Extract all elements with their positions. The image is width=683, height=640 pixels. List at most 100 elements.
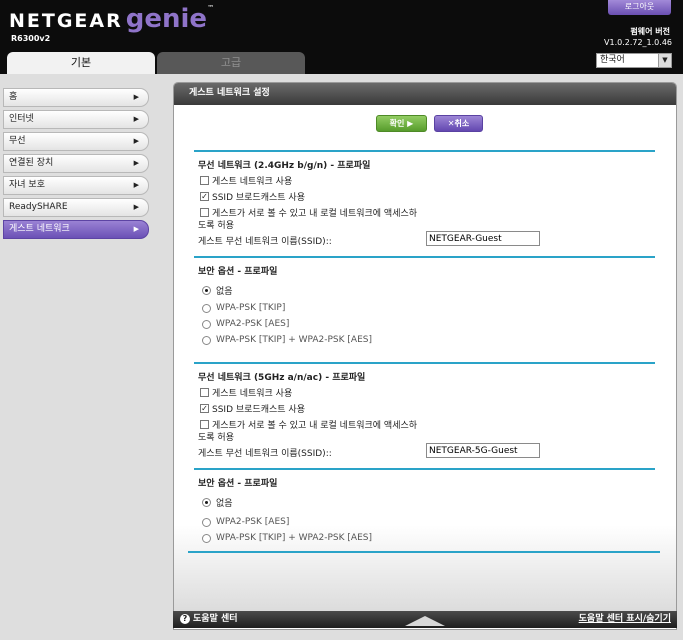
sidebar-nav: 홈 ▶ 인터넷 ▶ 무선 ▶ 연결된 장치 ▶ 자녀 보호 ▶ ReadySHARE ▶ 게… [3,88,149,242]
security-5-title: 보안 옵션 - 프로파일 [198,479,278,489]
security-24-option-label: WPA-PSK [TKIP] + WPA2-PSK [AES] [216,335,372,345]
security-5-none-radio[interactable] [202,498,211,507]
sidebar-item-readyshare[interactable]: ReadySHARE ▶ [3,198,149,217]
enable-guest-5-checkbox[interactable] [200,388,209,397]
allow-access-5-checkbox[interactable] [200,420,209,429]
ssid-broadcast-24-row: ✓ SSID 브로드캐스트 사용 [200,190,305,203]
enable-guest-24-label: 게스트 네트워크 사용 [212,177,293,187]
security-24-option-label: WPA-PSK [TKIP] [216,303,286,313]
ssid-broadcast-5-label: SSID 브로드캐스트 사용 [212,405,305,415]
help-footer: ? 도움말 센터 도움말 센터 표시/숨기기 [173,611,677,628]
security-24-option-label: WPA2-PSK [AES] [216,319,290,329]
brand-name: NETGEAR [9,10,123,32]
section-divider [188,551,660,553]
allow-access-24-checkbox[interactable] [200,208,209,217]
security-24-wpa2-radio[interactable] [202,319,211,329]
allow-access-5-label: 게스트가 서로 볼 수 있고 내 로컬 네트워크에 액세스하 [212,421,418,431]
section-divider [194,256,655,258]
security-5-option-wpa-mixed: WPA-PSK [TKIP] + WPA2-PSK [AES] [202,533,372,543]
band-5ghz-title: 무선 네트워크 (5GHz a/n/ac) - 프로파일 [198,373,366,383]
security-5-option-wpa2: WPA2-PSK [AES] [202,517,289,527]
sidebar-item-wireless[interactable]: 무선 ▶ [3,132,149,151]
security-5-wpa2-radio[interactable] [202,517,211,527]
ssid-24-input[interactable] [426,231,540,246]
allow-access-24-label-cont: 도록 허용 [198,221,234,231]
sidebar-item-attached-devices[interactable]: 연결된 장치 ▶ [3,154,149,173]
security-5-option-label: WPA2-PSK [AES] [216,517,290,527]
product-name: genie [125,4,208,34]
help-center-label[interactable]: 도움말 센터 [193,611,238,627]
enable-guest-5-row: 게스트 네트워크 사용 [200,386,292,399]
sidebar-item-internet[interactable]: 인터넷 ▶ [3,110,149,129]
band-24ghz-title: 무선 네트워크 (2.4GHz b/g/n) - 프로파일 [198,161,371,171]
sidebar-item-guest-network[interactable]: 게스트 네트워크 ▶ [3,220,149,239]
firmware-label: 펌웨어 버전 [630,27,670,36]
chevron-right-icon: ▶ [133,137,139,145]
apply-button[interactable]: 확인 ▶ [376,115,427,132]
chevron-right-icon: ▶ [133,115,139,123]
section-divider [194,468,655,470]
panel-title: 게스트 네트워크 설정 [174,83,676,105]
ssid-broadcast-5-checkbox[interactable]: ✓ [200,404,209,413]
firmware-version: V1.0.2.72_1.0.46 [604,38,672,47]
security-24-title: 보안 옵션 - 프로파일 [198,267,278,277]
security-24-none-radio[interactable] [202,286,211,295]
ssid-5-label: 게스트 무선 네트워크 이름(SSID):: [198,449,332,459]
security-24-option-wpa: WPA-PSK [TKIP] [202,303,285,313]
ssid-broadcast-5-row: ✓ SSID 브로드캐스트 사용 [200,402,305,415]
allow-access-24-label-cont-row: 도록 허용 [198,218,234,231]
logout-button[interactable]: 로그아웃 [608,0,671,15]
security-24-option-label: 없음 [216,287,233,297]
header-bar: NETGEAR genie™ R6300v2 로그아웃 펌웨어 버전 V1.0.2… [0,0,683,74]
enable-guest-24-row: 게스트 네트워크 사용 [200,174,292,187]
section-divider [194,362,655,364]
sidebar-item-label: 연결된 장치 [9,158,54,168]
help-expand-tab-icon[interactable] [405,616,445,626]
security-24-wpa-mixed-radio[interactable] [202,335,211,345]
chevron-right-icon: ▶ [133,159,139,167]
language-select[interactable]: 한국어 ▼ [596,53,672,68]
sidebar-item-label: 자녀 보호 [9,180,45,190]
netgear-genie-logo: NETGEAR genie™ [9,4,214,34]
security-24-option-wpa-mixed: WPA-PSK [TKIP] + WPA2-PSK [AES] [202,335,372,345]
allow-access-5-label-cont-row: 도록 허용 [198,430,234,443]
ssid-broadcast-24-checkbox[interactable]: ✓ [200,192,209,201]
sidebar-item-home[interactable]: 홈 ▶ [3,88,149,107]
security-24-wpa-radio[interactable] [202,303,211,313]
sidebar-item-parental-controls[interactable]: 자녀 보호 ▶ [3,176,149,195]
enable-guest-5-label: 게스트 네트워크 사용 [212,389,293,399]
allow-access-24-label: 게스트가 서로 볼 수 있고 내 로컬 네트워크에 액세스하 [212,209,418,219]
chevron-right-icon: ▶ [133,203,139,211]
language-selected-value: 한국어 [600,55,625,65]
panel-body: 확인 ▶ ✕취소 무선 네트워크 (2.4GHz b/g/n) - 프로파일 게… [174,105,676,611]
security-5-option-label: 없음 [216,499,233,509]
sidebar-item-label: 홈 [9,92,18,102]
security-24-option-none: 없음 [202,284,233,297]
cancel-button[interactable]: ✕취소 [434,115,483,132]
section-divider [194,150,655,152]
sidebar-item-label: 게스트 네트워크 [9,224,70,234]
security-24-option-wpa2: WPA2-PSK [AES] [202,319,289,329]
tab-basic[interactable]: 기본 [7,52,155,74]
chevron-right-icon: ▶ [133,93,139,101]
model-name: R6300v2 [11,34,51,43]
guest-network-panel: 게스트 네트워크 설정 확인 ▶ ✕취소 무선 네트워크 (2.4GHz b/g… [173,82,677,630]
security-5-wpa-mixed-radio[interactable] [202,533,211,543]
ssid-5-input[interactable] [426,443,540,458]
ssid-24-label: 게스트 무선 네트워크 이름(SSID):: [198,237,332,247]
security-5-option-label: WPA-PSK [TKIP] + WPA2-PSK [AES] [216,533,372,543]
sidebar-item-label: ReadySHARE [9,202,68,212]
chevron-down-icon[interactable]: ▼ [658,54,671,67]
enable-guest-24-checkbox[interactable] [200,176,209,185]
ssid-broadcast-24-label: SSID 브로드캐스트 사용 [212,193,305,203]
help-toggle-link[interactable]: 도움말 센터 표시/숨기기 [579,611,671,627]
trademark: ™ [207,4,215,12]
help-icon[interactable]: ? [180,614,190,624]
chevron-right-icon: ▶ [133,181,139,189]
security-5-option-none: 없음 [202,496,233,509]
allow-access-5-label-cont: 도록 허용 [198,433,234,443]
chevron-right-icon: ▶ [133,225,139,233]
sidebar-item-label: 인터넷 [9,114,34,124]
tab-advanced[interactable]: 고급 [157,52,305,74]
sidebar-item-label: 무선 [9,136,26,146]
